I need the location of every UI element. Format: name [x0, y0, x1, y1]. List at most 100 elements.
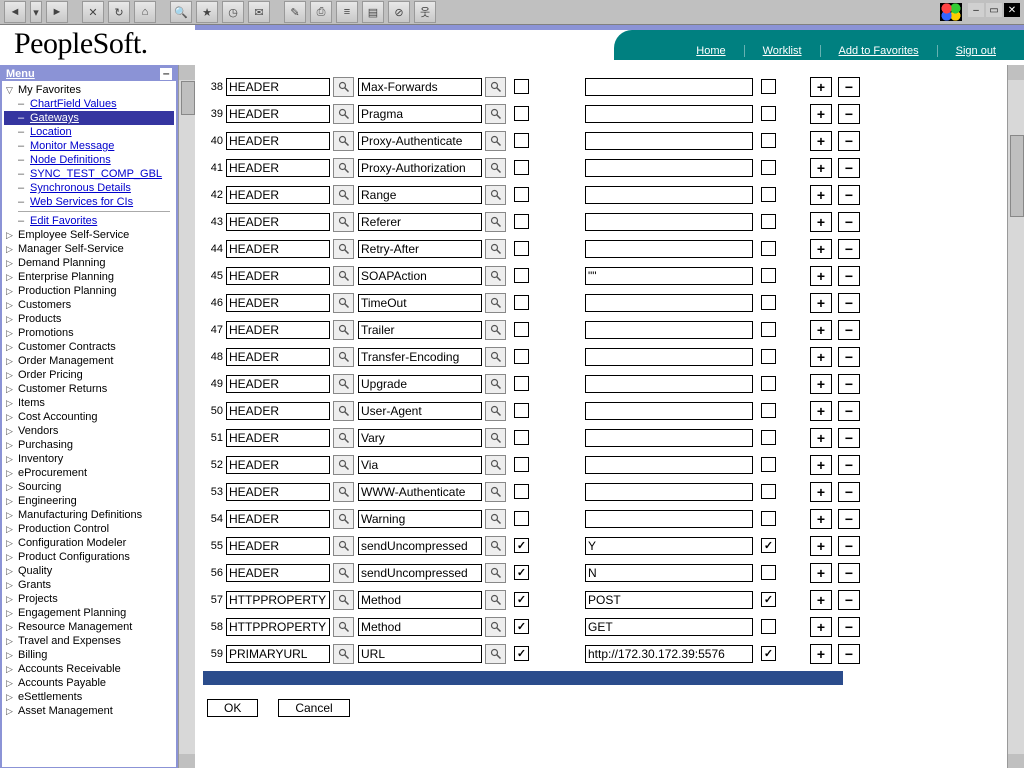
type-input[interactable]	[226, 537, 330, 555]
lookup-icon[interactable]	[333, 374, 354, 394]
remove-row-button[interactable]: −	[838, 617, 860, 637]
add-row-button[interactable]: +	[810, 212, 832, 232]
add-row-button[interactable]: +	[810, 428, 832, 448]
lookup-icon[interactable]	[333, 590, 354, 610]
value-input[interactable]	[585, 429, 753, 447]
lookup-icon[interactable]	[485, 239, 506, 259]
value-input[interactable]	[585, 510, 753, 528]
remove-row-button[interactable]: −	[838, 590, 860, 610]
lookup-icon[interactable]	[333, 401, 354, 421]
nav-item-demand-planning[interactable]: ▷Demand Planning	[4, 256, 174, 270]
checkbox-2[interactable]	[761, 592, 776, 607]
checkbox-2[interactable]	[761, 268, 776, 283]
checkbox-2[interactable]	[761, 619, 776, 634]
lookup-icon[interactable]	[333, 320, 354, 340]
checkbox-2[interactable]	[761, 646, 776, 661]
name-input[interactable]	[358, 78, 482, 96]
lookup-icon[interactable]	[485, 590, 506, 610]
name-input[interactable]	[358, 456, 482, 474]
value-input[interactable]	[585, 618, 753, 636]
value-input[interactable]	[585, 375, 753, 393]
checkbox-2[interactable]	[761, 214, 776, 229]
lookup-icon[interactable]	[333, 428, 354, 448]
lookup-icon[interactable]	[485, 563, 506, 583]
back-icon[interactable]: ◄	[4, 1, 26, 23]
lookup-icon[interactable]	[333, 212, 354, 232]
lookup-icon[interactable]	[485, 509, 506, 529]
header-link-sign-out[interactable]: Sign out	[937, 45, 1014, 57]
checkbox-1[interactable]	[514, 322, 529, 337]
remove-row-button[interactable]: −	[838, 293, 860, 313]
remove-row-button[interactable]: −	[838, 104, 860, 124]
checkbox-2[interactable]	[761, 484, 776, 499]
nav-item-production-control[interactable]: ▷Production Control	[4, 522, 174, 536]
nav-item-resource-management[interactable]: ▷Resource Management	[4, 620, 174, 634]
lookup-icon[interactable]	[485, 158, 506, 178]
type-input[interactable]	[226, 618, 330, 636]
add-row-button[interactable]: +	[810, 563, 832, 583]
checkbox-1[interactable]	[514, 457, 529, 472]
collapse-icon[interactable]: –	[160, 68, 172, 80]
checkbox-1[interactable]	[514, 295, 529, 310]
left-scrollbar[interactable]	[178, 65, 195, 768]
cancel-nav-icon[interactable]: ⊘	[388, 1, 410, 23]
nav-item-inventory[interactable]: ▷Inventory	[4, 452, 174, 466]
name-input[interactable]	[358, 591, 482, 609]
name-input[interactable]	[358, 402, 482, 420]
name-input[interactable]	[358, 132, 482, 150]
nav-item-promotions[interactable]: ▷Promotions	[4, 326, 174, 340]
checkbox-2[interactable]	[761, 322, 776, 337]
remove-row-button[interactable]: −	[838, 563, 860, 583]
lookup-icon[interactable]	[333, 644, 354, 664]
add-row-button[interactable]: +	[810, 266, 832, 286]
nav-sub-sync-test-comp-gbl[interactable]: –SYNC_TEST_COMP_GBL	[4, 167, 174, 181]
checkbox-2[interactable]	[761, 349, 776, 364]
checkbox-2[interactable]	[761, 538, 776, 553]
checkbox-2[interactable]	[761, 160, 776, 175]
nav-item-projects[interactable]: ▷Projects	[4, 592, 174, 606]
header-link-add-to-favorites[interactable]: Add to Favorites	[820, 45, 937, 57]
lookup-icon[interactable]	[333, 563, 354, 583]
checkbox-2[interactable]	[761, 187, 776, 202]
value-input[interactable]	[585, 402, 753, 420]
type-input[interactable]	[226, 348, 330, 366]
checkbox-1[interactable]	[514, 160, 529, 175]
nav-item-order-management[interactable]: ▷Order Management	[4, 354, 174, 368]
office-icon[interactable]: ▤	[362, 1, 384, 23]
value-input[interactable]	[585, 105, 753, 123]
checkbox-2[interactable]	[761, 457, 776, 472]
add-row-button[interactable]: +	[810, 185, 832, 205]
nav-item-asset-management[interactable]: ▷Asset Management	[4, 704, 174, 718]
discuss-icon[interactable]: ≡	[336, 1, 358, 23]
type-input[interactable]	[226, 78, 330, 96]
lookup-icon[interactable]	[333, 455, 354, 475]
lookup-icon[interactable]	[485, 320, 506, 340]
lookup-icon[interactable]	[333, 185, 354, 205]
header-link-home[interactable]: Home	[678, 45, 743, 57]
nav-item-manager-self-service[interactable]: ▷Manager Self-Service	[4, 242, 174, 256]
checkbox-2[interactable]	[761, 295, 776, 310]
lookup-icon[interactable]	[333, 239, 354, 259]
type-input[interactable]	[226, 591, 330, 609]
checkbox-1[interactable]	[514, 241, 529, 256]
type-input[interactable]	[226, 429, 330, 447]
type-input[interactable]	[226, 645, 330, 663]
name-input[interactable]	[358, 483, 482, 501]
nav-item-order-pricing[interactable]: ▷Order Pricing	[4, 368, 174, 382]
nav-item-billing[interactable]: ▷Billing	[4, 648, 174, 662]
nav-item-grants[interactable]: ▷Grants	[4, 578, 174, 592]
checkbox-1[interactable]	[514, 106, 529, 121]
nav-item-accounts-receivable[interactable]: ▷Accounts Receivable	[4, 662, 174, 676]
checkbox-2[interactable]	[761, 79, 776, 94]
lookup-icon[interactable]	[485, 131, 506, 151]
lookup-icon[interactable]	[485, 77, 506, 97]
name-input[interactable]	[358, 294, 482, 312]
stop-icon[interactable]: ✕	[82, 1, 104, 23]
menu-title[interactable]: Menu –	[2, 67, 176, 81]
add-row-button[interactable]: +	[810, 509, 832, 529]
name-input[interactable]	[358, 267, 482, 285]
remove-row-button[interactable]: −	[838, 428, 860, 448]
nav-item-enterprise-planning[interactable]: ▷Enterprise Planning	[4, 270, 174, 284]
nav-item-engagement-planning[interactable]: ▷Engagement Planning	[4, 606, 174, 620]
remove-row-button[interactable]: −	[838, 509, 860, 529]
